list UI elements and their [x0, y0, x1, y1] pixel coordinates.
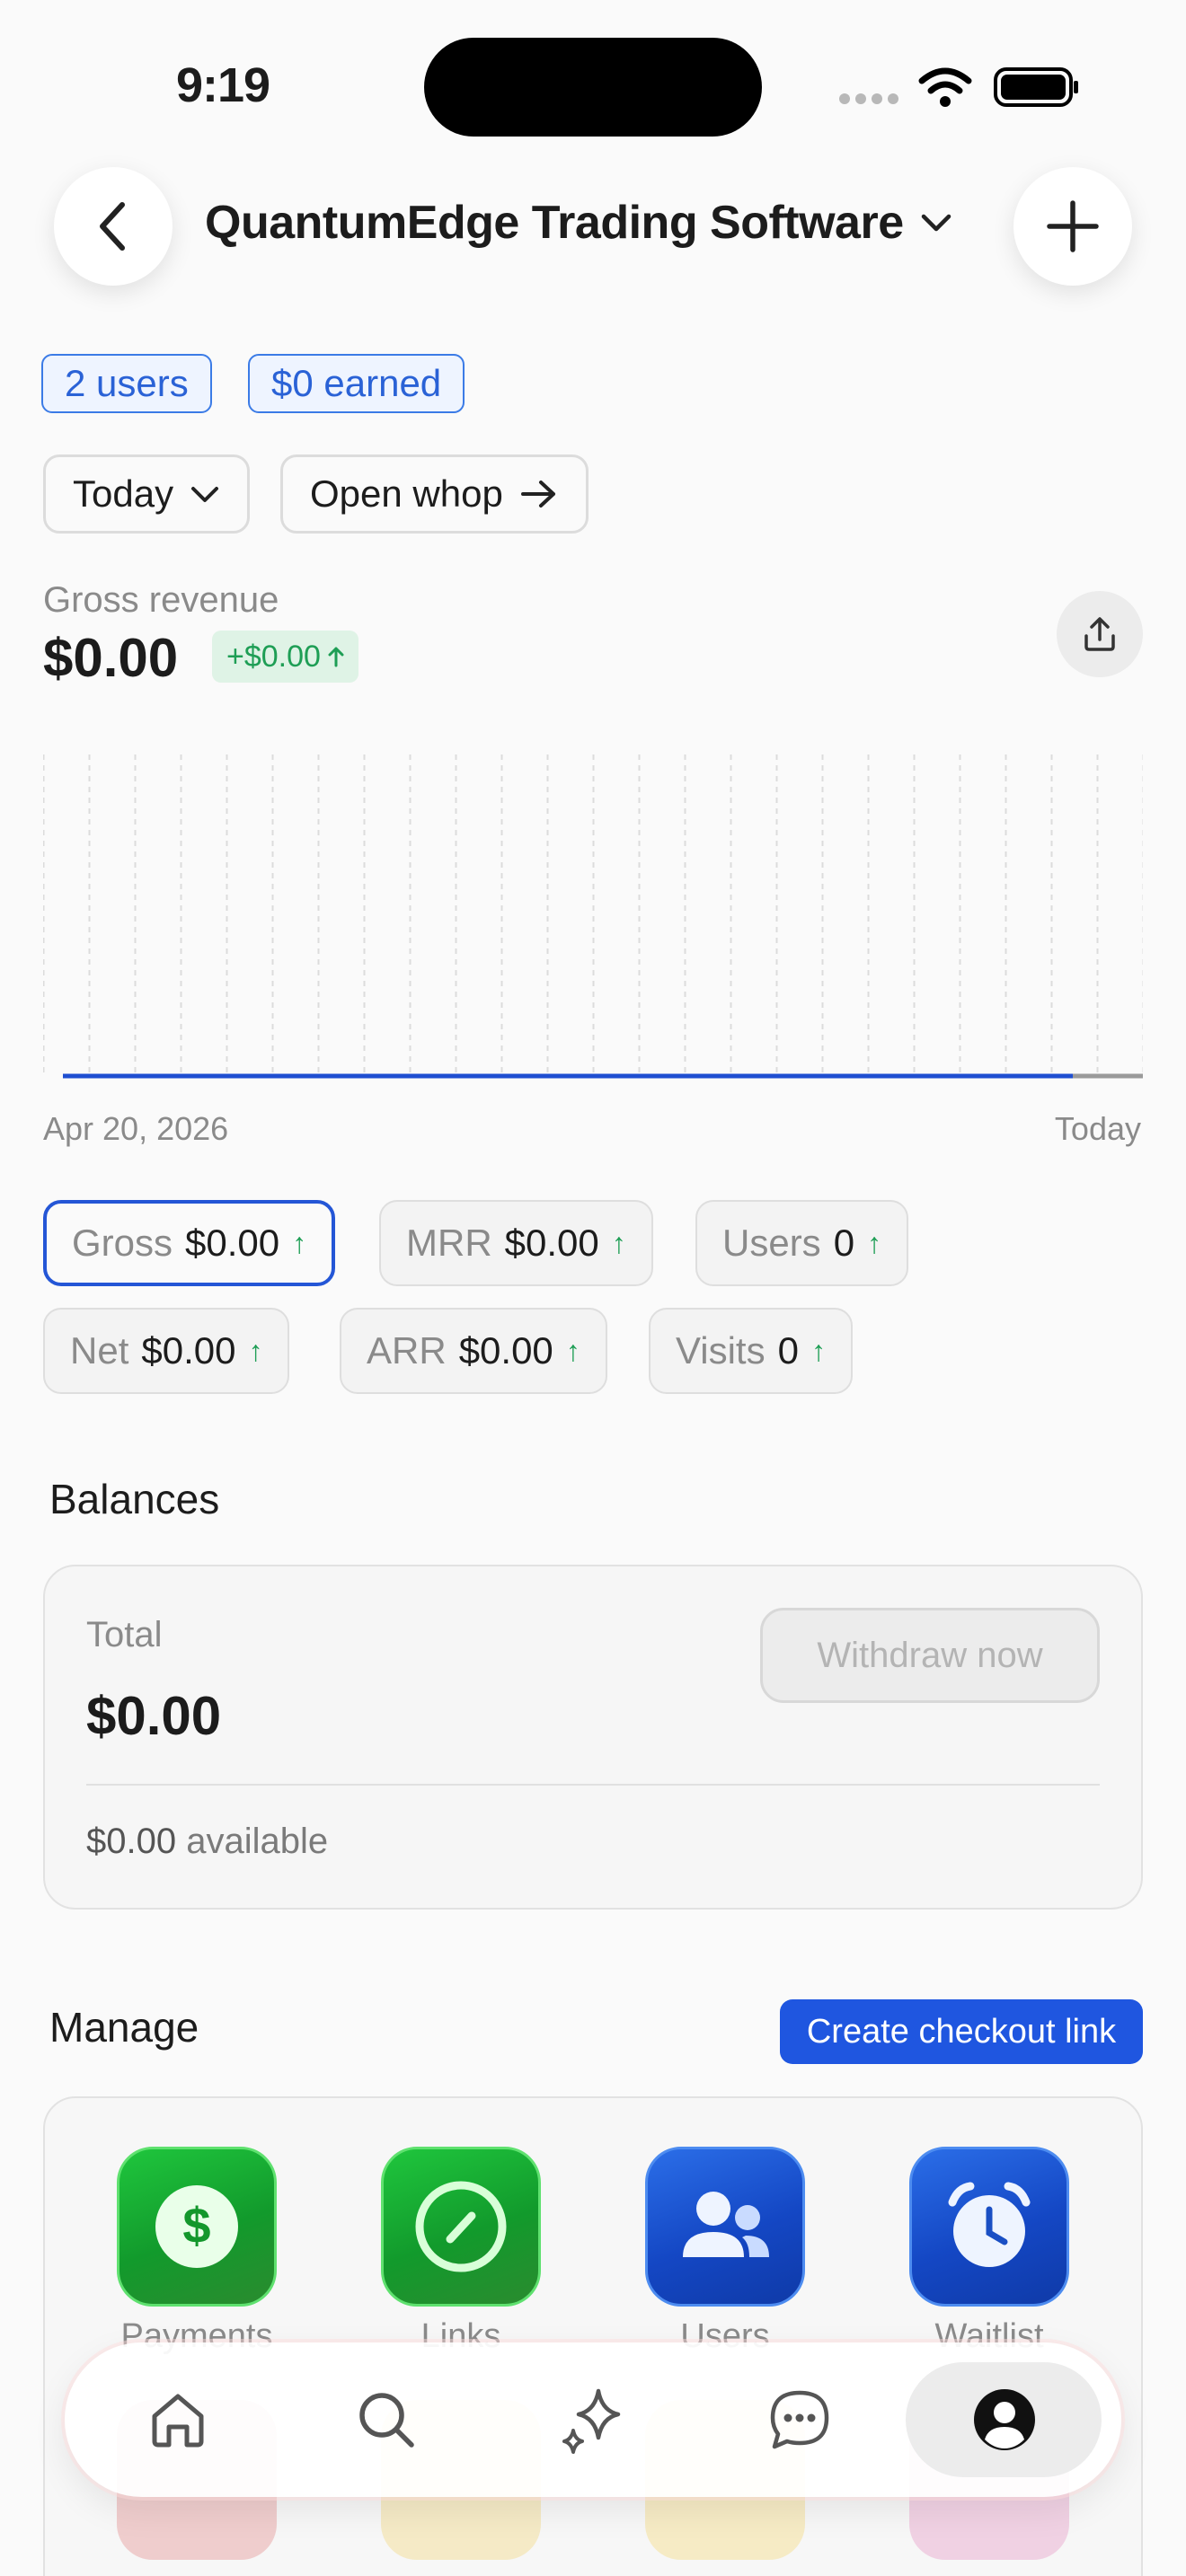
- metric-chip-gross[interactable]: Gross $0.00 ↑: [43, 1200, 336, 1286]
- metric-chip-net[interactable]: Net $0.00 ↑: [43, 1308, 290, 1394]
- svg-text:$: $: [182, 2197, 210, 2254]
- add-button[interactable]: [1013, 167, 1132, 286]
- tab-chat[interactable]: [755, 2375, 845, 2465]
- links-app[interactable]: [381, 2147, 541, 2307]
- total-value: $0.00: [86, 1686, 222, 1746]
- dynamic-island: [424, 38, 762, 137]
- revenue-delta-badge: +$0.00: [212, 631, 358, 683]
- page-title: QuantumEdge Trading Software: [205, 197, 904, 249]
- sparkle-icon: [562, 2388, 621, 2454]
- profile-icon: [974, 2389, 1035, 2450]
- metric-key: ARR: [367, 1329, 447, 1372]
- x-axis-end-label: Today: [1054, 1110, 1141, 1147]
- metric-value: 0: [833, 1222, 855, 1264]
- metric-chip-arr[interactable]: ARR $0.00 ↑: [340, 1308, 607, 1394]
- metric-value: $0.00: [458, 1329, 553, 1372]
- alarm-icon: [948, 2182, 1031, 2267]
- arrow-up-icon: ↑: [611, 1226, 626, 1259]
- arrow-up-icon: [328, 647, 344, 667]
- plus-icon: [1047, 200, 1099, 252]
- share-button[interactable]: [1057, 591, 1143, 677]
- users-badge[interactable]: 2 users: [41, 354, 212, 413]
- revenue-delta-value: +$0.00: [226, 639, 321, 674]
- metric-chip-users[interactable]: Users 0 ↑: [695, 1200, 909, 1286]
- home-icon: [152, 2394, 204, 2448]
- metric-key: MRR: [406, 1222, 492, 1264]
- waitlist-app[interactable]: [909, 2147, 1069, 2307]
- create-checkout-link-label: Create checkout link: [806, 2012, 1117, 2051]
- chart-grid: [43, 754, 1143, 1074]
- revenue-chart[interactable]: [43, 754, 1143, 1087]
- gross-revenue-value: $0.00: [43, 628, 179, 688]
- tab-discover[interactable]: [548, 2375, 638, 2465]
- metric-value: $0.00: [504, 1222, 599, 1264]
- tab-profile[interactable]: [960, 2375, 1049, 2465]
- metric-chip-mrr[interactable]: MRR $0.00 ↑: [379, 1200, 653, 1286]
- metric-chip-visits[interactable]: Visits 0 ↑: [649, 1308, 853, 1394]
- arrow-up-icon: ↑: [248, 1334, 263, 1367]
- users-badge-label: 2 users: [65, 362, 189, 404]
- withdraw-button[interactable]: Withdraw now: [760, 1608, 1100, 1703]
- card-divider: [86, 1784, 1100, 1786]
- available-balance: $0.00 available: [86, 1822, 328, 1862]
- arrow-up-icon: ↑: [565, 1334, 580, 1367]
- chevron-down-icon: [921, 214, 951, 232]
- total-label: Total: [86, 1615, 163, 1654]
- tab-home[interactable]: [133, 2375, 223, 2465]
- tab-search[interactable]: [341, 2375, 431, 2465]
- users-icon: [683, 2192, 769, 2257]
- users-app[interactable]: [645, 2147, 805, 2307]
- metric-value: $0.00: [141, 1329, 236, 1372]
- metric-key: Net: [70, 1329, 129, 1372]
- x-axis-start-label: Apr 20, 2026: [43, 1110, 229, 1147]
- arrow-up-icon: ↑: [810, 1334, 826, 1367]
- arrow-up-icon: ↑: [867, 1226, 882, 1259]
- chevron-left-icon: [100, 202, 125, 251]
- metric-key: Users: [722, 1222, 821, 1264]
- available-text: available: [186, 1822, 329, 1861]
- balances-title: Balances: [49, 1476, 220, 1522]
- link-icon: [415, 2181, 507, 2272]
- battery-icon: [994, 67, 1078, 107]
- manage-title: Manage: [49, 2004, 199, 2051]
- company-switcher[interactable]: QuantumEdge Trading Software: [205, 196, 952, 250]
- date-range-label: Today: [73, 472, 174, 515]
- metric-value: $0.00: [185, 1222, 280, 1264]
- arrow-right-icon: [520, 481, 555, 507]
- cellular-icon: [839, 93, 898, 104]
- metric-key: Gross: [72, 1222, 173, 1264]
- earned-badge-label: $0 earned: [271, 362, 442, 404]
- dollar-icon: $: [155, 2185, 238, 2268]
- open-whop-button[interactable]: Open whop: [280, 454, 589, 534]
- payments-app[interactable]: $: [117, 2147, 277, 2307]
- chevron-down-icon: [191, 487, 219, 502]
- available-amount: $0.00: [86, 1822, 177, 1861]
- create-checkout-link-button[interactable]: Create checkout link: [780, 1999, 1143, 2064]
- share-icon: [1084, 617, 1115, 651]
- earned-badge[interactable]: $0 earned: [248, 354, 465, 413]
- status-time: 9:19: [176, 58, 270, 112]
- metric-value: 0: [777, 1329, 799, 1372]
- chat-icon: [770, 2390, 829, 2449]
- withdraw-label: Withdraw now: [817, 1635, 1043, 1675]
- back-button[interactable]: [54, 167, 173, 286]
- open-whop-label: Open whop: [310, 472, 503, 515]
- date-range-select[interactable]: Today: [43, 454, 251, 534]
- gross-revenue-label: Gross revenue: [43, 580, 279, 620]
- search-icon: [359, 2393, 414, 2448]
- arrow-up-icon: ↑: [292, 1226, 307, 1259]
- wifi-icon: [918, 67, 972, 107]
- metric-key: Visits: [676, 1329, 766, 1372]
